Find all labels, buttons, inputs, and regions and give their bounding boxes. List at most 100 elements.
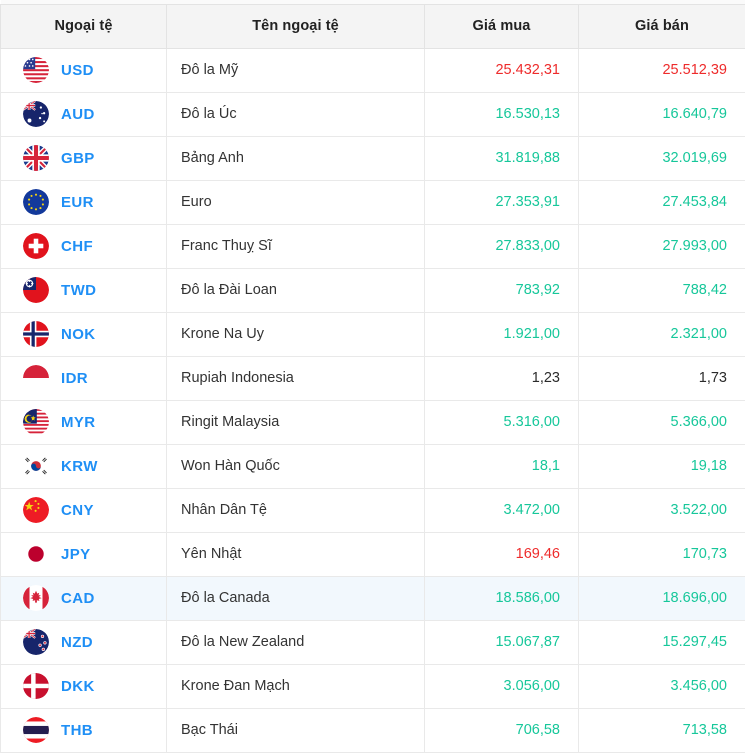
currency-name-cell: Đô la Úc [167,92,425,136]
column-header-sell[interactable]: Giá bán [579,4,745,48]
flag-my-icon [23,409,49,435]
table-row[interactable]: DKK Krone Đan Mạch3.056,003.456,00 [1,664,745,708]
buy-price-cell: 783,92 [425,268,579,312]
table-row[interactable]: CHFFranc Thuỵ Sĩ27.833,0027.993,00 [1,224,745,268]
buy-price-cell: 169,46 [425,532,579,576]
table-row[interactable]: JPYYên Nhật169,46170,73 [1,532,745,576]
table-row[interactable]: GBP Bảng Anh31.819,8832.019,69 [1,136,745,180]
buy-price-cell: 1.921,00 [425,312,579,356]
currency-code-cell[interactable]: DKK [1,664,167,708]
column-header-buy[interactable]: Giá mua [425,4,579,48]
currency-code-cell[interactable]: KRW [1,444,167,488]
sell-price-cell: 713,58 [579,708,745,752]
flag-au-icon [23,101,49,127]
buy-price-cell: 706,58 [425,708,579,752]
sell-price-cell: 27.993,00 [579,224,745,268]
currency-name-cell: Đô la Đài Loan [167,268,425,312]
currency-code-label: DKK [61,678,95,695]
table-body: USDĐô la Mỹ25.432,3125.512,39 AUDĐô la Ú… [1,48,745,752]
buy-price-cell: 15.067,87 [425,620,579,664]
sell-price-cell: 788,42 [579,268,745,312]
currency-code-cell[interactable]: GBP [1,136,167,180]
buy-price-cell: 27.353,91 [425,180,579,224]
currency-code-cell[interactable]: THB [1,708,167,752]
table-row[interactable]: AUDĐô la Úc16.530,1316.640,79 [1,92,745,136]
currency-code-label: IDR [61,370,88,387]
table-row[interactable]: CADĐô la Canada18.586,0018.696,00 [1,576,745,620]
currency-code-cell[interactable]: TWD [1,268,167,312]
currency-code-cell[interactable]: USD [1,48,167,92]
currency-code-label: MYR [61,414,96,431]
buy-price-cell: 5.316,00 [425,400,579,444]
table-row[interactable]: USDĐô la Mỹ25.432,3125.512,39 [1,48,745,92]
currency-code-label: NOK [61,326,96,343]
table-row[interactable]: MYR Ringit Malaysia5.316,005.366,00 [1,400,745,444]
currency-name-cell: Bảng Anh [167,136,425,180]
currency-name-cell: Yên Nhật [167,532,425,576]
buy-price-cell: 31.819,88 [425,136,579,180]
sell-price-cell: 18.696,00 [579,576,745,620]
currency-code-cell[interactable]: EUR [1,180,167,224]
buy-price-cell: 18.586,00 [425,576,579,620]
currency-name-cell: Franc Thuỵ Sĩ [167,224,425,268]
sell-price-cell: 27.453,84 [579,180,745,224]
currency-code-label: NZD [61,634,93,651]
currency-code-cell[interactable]: CNY [1,488,167,532]
currency-code-label: CHF [61,238,93,255]
sell-price-cell: 3.522,00 [579,488,745,532]
flag-id-icon [23,365,49,391]
currency-code-cell[interactable]: JPY [1,532,167,576]
table-row[interactable]: NZDĐô la New Zealand15.067,8715.297,45 [1,620,745,664]
buy-price-cell: 3.056,00 [425,664,579,708]
buy-price-cell: 18,1 [425,444,579,488]
flag-us-icon [23,57,49,83]
buy-price-cell: 16.530,13 [425,92,579,136]
sell-price-cell: 3.456,00 [579,664,745,708]
table-header: Ngoại tệ Tên ngoại tệ Giá mua Giá bán [1,0,745,48]
flag-nz-icon [23,629,49,655]
flag-th-icon [23,717,49,743]
flag-tw-icon [23,277,49,303]
flag-jp-icon [23,541,49,567]
sell-price-cell: 2.321,00 [579,312,745,356]
table-row[interactable]: IDRRupiah Indonesia1,231,73 [1,356,745,400]
currency-name-cell: Won Hàn Quốc [167,444,425,488]
currency-name-cell: Đô la Canada [167,576,425,620]
currency-name-cell: Đô la Mỹ [167,48,425,92]
header-row: Ngoại tệ Tên ngoại tệ Giá mua Giá bán [1,4,745,48]
currency-code-cell[interactable]: NZD [1,620,167,664]
flag-eu-icon [23,189,49,215]
sell-price-cell: 15.297,45 [579,620,745,664]
flag-cn-icon [23,497,49,523]
currency-code-cell[interactable]: CHF [1,224,167,268]
currency-name-cell: Ringit Malaysia [167,400,425,444]
currency-name-cell: Euro [167,180,425,224]
sell-price-cell: 32.019,69 [579,136,745,180]
currency-code-label: KRW [61,458,98,475]
flag-kr-icon [23,453,49,479]
sell-price-cell: 19,18 [579,444,745,488]
buy-price-cell: 25.432,31 [425,48,579,92]
sell-price-cell: 5.366,00 [579,400,745,444]
table-row[interactable]: NOK Krone Na Uy1.921,002.321,00 [1,312,745,356]
exchange-rate-page: CHỢ GIÁ Ngoại tệ Tên ngoại tệ Giá mua Gi… [0,0,745,754]
table-row[interactable]: EUR Euro27.353,9127.453,84 [1,180,745,224]
currency-name-cell: Krone Na Uy [167,312,425,356]
currency-code-label: EUR [61,194,94,211]
currency-code-label: GBP [61,150,95,167]
currency-code-cell[interactable]: MYR [1,400,167,444]
currency-code-cell[interactable]: IDR [1,356,167,400]
column-header-code[interactable]: Ngoại tệ [1,4,167,48]
buy-price-cell: 1,23 [425,356,579,400]
currency-name-cell: Krone Đan Mạch [167,664,425,708]
table-row[interactable]: TWDĐô la Đài Loan783,92788,42 [1,268,745,312]
table-row[interactable]: KRW Won Hàn Quốc18,119,18 [1,444,745,488]
currency-code-cell[interactable]: CAD [1,576,167,620]
currency-name-cell: Nhân Dân Tệ [167,488,425,532]
currency-code-cell[interactable]: NOK [1,312,167,356]
column-header-name[interactable]: Tên ngoại tệ [167,4,425,48]
table-row[interactable]: THBBạc Thái706,58713,58 [1,708,745,752]
currency-code-label: THB [61,722,93,739]
currency-code-cell[interactable]: AUD [1,92,167,136]
table-row[interactable]: CNYNhân Dân Tệ3.472,003.522,00 [1,488,745,532]
